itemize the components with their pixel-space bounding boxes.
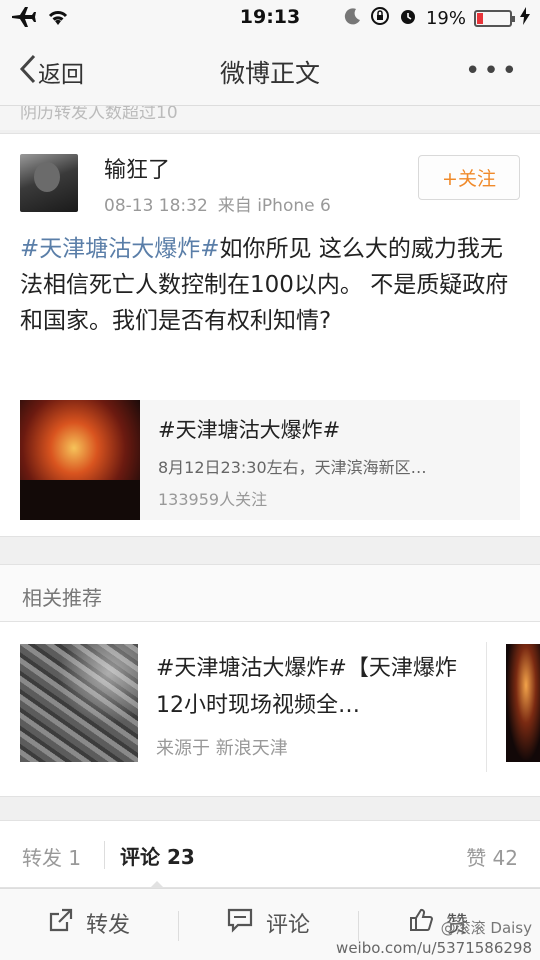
more-button[interactable]: ••• — [465, 56, 520, 86]
related-title: #天津塘沽大爆炸#【天津爆炸12小时现场视频全… — [156, 656, 457, 718]
related-thumbnail — [20, 644, 138, 762]
stats-divider — [104, 841, 105, 869]
watermark-url: weibo.com/u/5371586298 — [336, 939, 532, 957]
chevron-left-icon — [18, 54, 38, 90]
avatar[interactable] — [20, 154, 78, 212]
battery-icon — [474, 10, 515, 27]
toolbar-divider — [178, 911, 179, 941]
status-bar: 19:13 19% — [0, 0, 540, 36]
forward-button[interactable]: 转发 — [48, 907, 130, 939]
forward-label: 转发 — [86, 913, 131, 938]
post-text: #天津塘沽大爆炸#如你所见 这么大的威力我无法相信死亡人数控制在100以内。 不… — [20, 231, 525, 339]
related-next-thumbnail[interactable] — [506, 644, 540, 762]
back-button[interactable]: 返回 — [18, 54, 84, 90]
like-count-tab[interactable]: 赞 42 — [466, 842, 518, 871]
post-topic-link[interactable]: #天津塘沽大爆炸# — [20, 236, 220, 262]
active-tab-marker — [150, 881, 164, 888]
comment-button[interactable]: 评论 — [226, 907, 310, 939]
stats-bar: 转发 1 评论 23 赞 42 — [0, 820, 540, 888]
post-meta: 08-13 18:32 来自 iPhone 6 — [104, 191, 331, 216]
back-label: 返回 — [38, 62, 84, 88]
watermark: @滚滚 Daisy weibo.com/u/5371586298 — [336, 918, 532, 958]
post-timestamp: 08-13 18:32 — [104, 196, 208, 216]
comment-label: 评论 — [266, 913, 311, 938]
related-source: 来源于 新浪天津 — [156, 738, 288, 759]
alarm-icon — [398, 6, 418, 31]
forward-count-tab[interactable]: 转发 1 — [22, 842, 81, 871]
moon-icon — [344, 7, 362, 30]
topic-followers: 133959人关注 — [158, 490, 268, 509]
share-icon — [48, 907, 74, 939]
battery-fill — [477, 13, 483, 24]
comment-count-tab[interactable]: 评论 23 — [120, 841, 195, 870]
rotation-lock-icon — [370, 6, 390, 31]
battery-percent: 19% — [425, 8, 466, 29]
nav-bar: 返回 微博正文 ••• — [0, 36, 540, 106]
charging-icon — [520, 7, 530, 30]
related-header-label: 相关推荐 — [22, 586, 102, 610]
comment-icon — [226, 907, 254, 939]
post-source: 来自 iPhone 6 — [217, 196, 331, 216]
topic-thumbnail — [20, 400, 140, 520]
username[interactable]: 输狂了 — [104, 152, 170, 184]
topic-card[interactable]: #天津塘沽大爆炸# 8月12日23:30左右，天津滨海新区… 133959人关注 — [20, 400, 520, 520]
topic-title: #天津塘沽大爆炸# — [158, 418, 341, 442]
scrolled-text-strip: 阴历转发人数超过10 — [0, 106, 540, 130]
related-divider — [486, 642, 487, 772]
topic-description: 8月12日23:30左右，天津滨海新区… — [158, 458, 427, 477]
watermark-handle: @滚滚 Daisy — [440, 919, 532, 937]
follow-button[interactable]: +关注 — [418, 155, 520, 200]
status-right: 19% — [344, 6, 530, 31]
post-card: 输狂了 08-13 18:32 来自 iPhone 6 +关注 #天津塘沽大爆炸#… — [0, 133, 540, 537]
related-header: 相关推荐 — [0, 564, 540, 622]
scrolled-text: 阴历转发人数超过10 — [20, 106, 178, 123]
related-card[interactable]: #天津塘沽大爆炸#【天津爆炸12小时现场视频全… 来源于 新浪天津 — [0, 622, 540, 797]
